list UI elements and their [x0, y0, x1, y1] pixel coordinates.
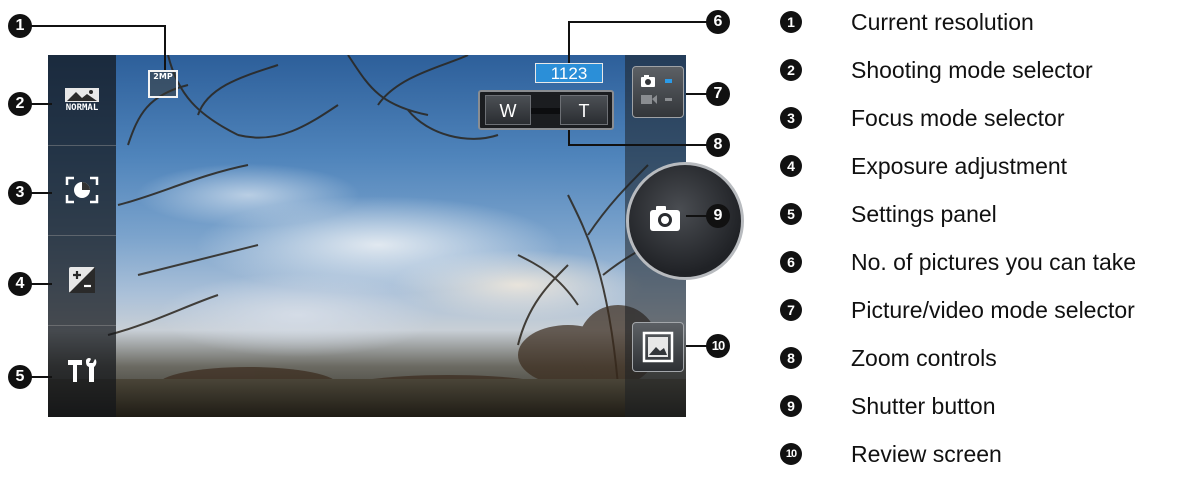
legend-text: Focus mode selector	[851, 105, 1065, 131]
legend-number: 6	[780, 251, 802, 273]
callout-marker-4: 4	[8, 272, 32, 296]
legend-text: Current resolution	[851, 9, 1034, 35]
callout-marker-9: 9	[706, 204, 730, 228]
legend-text: Shutter button	[851, 393, 996, 419]
legend-number: 4	[780, 155, 802, 177]
legend-number: 1	[780, 11, 802, 33]
callout-marker-7: 7	[706, 82, 730, 106]
legend-number: 7	[780, 299, 802, 321]
callout-marker-2: 2	[8, 92, 32, 116]
callout-marker-3: 3	[8, 181, 32, 205]
callout-marker-1: 1	[8, 14, 32, 38]
callout-marker-10: 10	[706, 334, 730, 358]
legend-number: 9	[780, 395, 802, 417]
legend-text: Picture/video mode selector	[851, 297, 1135, 323]
legend-number: 10	[780, 443, 802, 465]
legend-number: 3	[780, 107, 802, 129]
legend-text: Settings panel	[851, 201, 997, 227]
callout-marker-5: 5	[8, 365, 32, 389]
callout-marker-6: 6	[706, 10, 730, 34]
callout-leader-lines	[20, 21, 712, 378]
legend-text: No. of pictures you can take	[851, 249, 1137, 275]
legend: 1 Current resolution 2 Shooting mode sel…	[780, 0, 1192, 487]
legend-number: 8	[780, 347, 802, 369]
legend-text: Zoom controls	[851, 345, 997, 371]
legend-number: 2	[780, 59, 802, 81]
legend-text: Shooting mode selector	[851, 57, 1093, 83]
legend-text: Exposure adjustment	[851, 153, 1068, 179]
callout-marker-8: 8	[706, 133, 730, 157]
legend-number: 5	[780, 203, 802, 225]
legend-text: Review screen	[851, 441, 1002, 467]
